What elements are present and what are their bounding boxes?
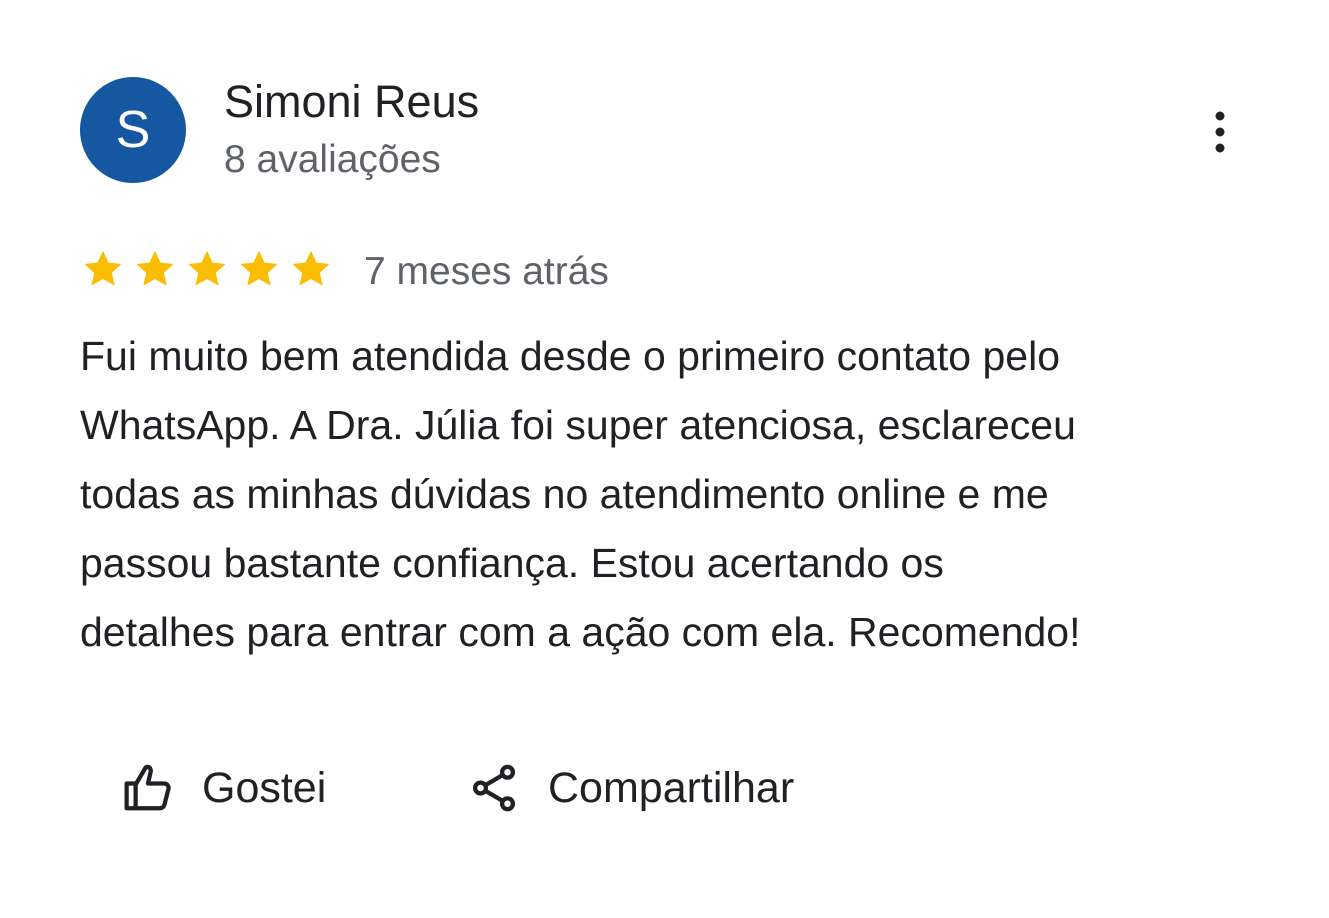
reviewer-name[interactable]: Simoni Reus bbox=[224, 76, 479, 128]
review-date: 7 meses atrás bbox=[364, 250, 609, 293]
review-text: Fui muito bem atendida desde o primeiro … bbox=[80, 322, 1280, 667]
review-text-line: WhatsApp. A Dra. Júlia foi super atencio… bbox=[80, 402, 1076, 448]
review-text-line: detalhes para entrar com a ação com ela.… bbox=[80, 609, 1081, 655]
star-icon bbox=[136, 250, 174, 286]
star-icon bbox=[84, 250, 122, 286]
avatar-initial: S bbox=[115, 101, 151, 159]
review-text-line: passou bastante confiança. Estou acertan… bbox=[80, 540, 944, 586]
review-card: S Simoni Reus 8 avaliações 7 meses atrás… bbox=[0, 0, 1329, 918]
like-button[interactable]: Gostei bbox=[120, 752, 326, 824]
share-button[interactable]: Compartilhar bbox=[466, 752, 794, 824]
star-icon bbox=[292, 250, 330, 286]
share-icon bbox=[466, 760, 522, 816]
review-text-line: Fui muito bem atendida desde o primeiro … bbox=[80, 333, 1061, 379]
star-rating bbox=[80, 246, 340, 292]
star-icon bbox=[240, 250, 278, 286]
like-label: Gostei bbox=[202, 763, 327, 812]
reviewer-review-count[interactable]: 8 avaliações bbox=[224, 138, 441, 182]
review-text-line: todas as minhas dúvidas no atendimento o… bbox=[80, 471, 1049, 517]
more-vertical-icon bbox=[1215, 111, 1225, 153]
more-options-button[interactable] bbox=[1196, 104, 1244, 160]
avatar[interactable]: S bbox=[80, 77, 186, 183]
thumbs-up-icon bbox=[120, 760, 176, 816]
star-icon bbox=[188, 250, 226, 286]
share-label: Compartilhar bbox=[548, 763, 795, 812]
